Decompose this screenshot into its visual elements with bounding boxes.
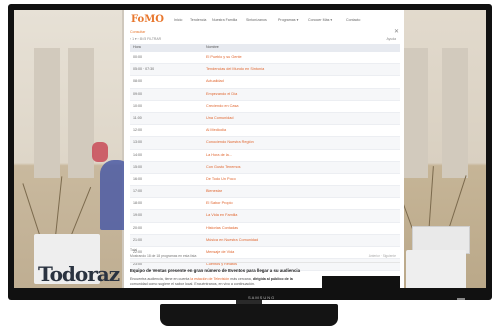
row-time: 16:00 — [133, 176, 142, 181]
tv-stand-base — [160, 304, 338, 326]
television: Todoraz FoMO Inicio Tendencia Nuestra Fa… — [8, 4, 492, 300]
row-program-link[interactable]: Tendencias del Mundo en Sintonía — [206, 67, 264, 71]
row-program-link[interactable]: Conociendo Nuestra Región — [206, 140, 254, 144]
nav-item-familia[interactable]: Nuestra Familia — [212, 18, 237, 22]
table-row[interactable]: 17:00 Bienestar — [130, 186, 400, 199]
table-row[interactable]: 14:00 La Hora de la... — [130, 150, 400, 162]
table-row[interactable]: 05:00 · 07:30 Tendencias del Mundo en Sin… — [130, 64, 400, 77]
row-time: 11:00 — [133, 115, 142, 120]
schedule-table: Hora Nombre 00:00 El Pueblo y su Gente 05:… — [130, 44, 400, 272]
pagination[interactable]: Anterior · Siguiente — [369, 254, 396, 258]
row-time: 14:00 — [133, 152, 142, 157]
table-row[interactable]: 09:00 Empezando el Día — [130, 88, 400, 101]
row-program-link[interactable]: Al Mediodía — [206, 128, 226, 132]
table-row[interactable]: 12:00 Al Mediodía — [130, 125, 400, 138]
nav-item-conocer[interactable]: Conocer Más ▾ — [308, 18, 332, 22]
table-row[interactable]: 19:00 La Vida en Familia — [130, 210, 400, 223]
table-row[interactable]: 20:00 Historias Contadas — [130, 223, 400, 235]
row-program-link[interactable]: Bienestar — [206, 189, 222, 193]
tv-screen: Todoraz FoMO Inicio Tendencia Nuestra Fa… — [14, 10, 486, 288]
video-thumbnail[interactable] — [322, 276, 400, 288]
nav-item-contacto[interactable]: Contacto — [346, 18, 360, 22]
wall-panel — [402, 48, 428, 178]
power-indicator — [457, 298, 465, 300]
row-program-link[interactable]: El Sabor Propio — [206, 201, 233, 205]
nav-item-inicio[interactable]: Inicio — [174, 18, 182, 22]
table-row[interactable]: 11:00 Una Comunidad — [130, 112, 400, 126]
row-time: 05:00 · 07:30 — [133, 67, 155, 72]
row-program-link[interactable]: Con Gusto Tenemos — [206, 165, 241, 169]
row-time: 21:00 — [133, 237, 142, 242]
wall-logo: Todoraz — [38, 262, 120, 286]
table-row[interactable]: 21:00 Música en Nuestra Comunidad — [130, 234, 400, 247]
table-row[interactable]: 18:00 El Sabor Propio — [130, 198, 400, 211]
decor-object — [92, 142, 108, 162]
nav-item-tendencia[interactable]: Tendencia — [190, 18, 206, 22]
row-time: 19:00 — [133, 213, 142, 218]
table-row[interactable]: 15:00 Con Gusto Tenemos — [130, 161, 400, 174]
row-time: 08:00 — [133, 79, 142, 84]
help-link[interactable]: Ayuda — [386, 37, 396, 41]
row-program-link[interactable]: La Vida en Familia — [206, 213, 237, 217]
row-program-link[interactable]: Historias Contadas — [206, 226, 238, 230]
table-row[interactable]: 13:00 Conociendo Nuestra Región — [130, 137, 400, 150]
nav-item-sintonizanos[interactable]: Sintonízanos — [246, 18, 267, 22]
row-time: 13:00 — [133, 140, 142, 145]
row-program-link[interactable]: Una Comunidad — [206, 116, 233, 120]
site-logo[interactable]: FoMO — [131, 14, 164, 25]
room-background-right — [390, 10, 486, 288]
para-text: Encuentra audiencia, tiene en cuenta — [130, 277, 190, 281]
nav-item-programas[interactable]: Programas ▾ — [278, 18, 298, 22]
close-icon[interactable]: ✕ — [394, 28, 399, 35]
table-body: 00:00 El Pueblo y su Gente 05:00 · 07:30 Te… — [130, 52, 400, 272]
table-toolbar[interactable]: ‹ 1 ▾ › ⊞ ⊟ FILTRAR — [130, 37, 161, 41]
table-row[interactable]: 08:00 Actualidad — [130, 76, 400, 89]
row-program-link[interactable]: El Pueblo y su Gente — [206, 55, 242, 59]
row-program-link[interactable]: Empezando el Día — [206, 92, 237, 96]
wall-panel — [34, 48, 60, 178]
para-link[interactable]: la estación de Televisión — [190, 277, 229, 281]
article-headline: Equipo de Ventas presente en gran número… — [130, 268, 301, 273]
row-time: 20:00 — [133, 225, 142, 230]
divider — [130, 262, 400, 263]
row-program-link[interactable]: Mensaje de Vida — [206, 250, 234, 254]
table-total: Total — [130, 248, 138, 252]
row-program-link[interactable]: La Hora de la... — [206, 153, 232, 157]
para-bold: dirigida al público de la — [252, 277, 293, 281]
table-row[interactable]: 10:00 Creciendo en Casa — [130, 101, 400, 113]
table-header: Hora Nombre — [130, 44, 400, 52]
article-paragraph: Encuentra audiencia, tiene en cuenta la … — [130, 277, 306, 287]
table-row[interactable]: 00:00 El Pueblo y su Gente — [130, 52, 400, 65]
row-time: 10:00 — [133, 103, 142, 108]
row-time: 12:00 — [133, 128, 142, 133]
row-time: 17:00 — [133, 189, 142, 194]
table-range-text: Mostrando 18 de 18 programas en esta lis… — [130, 254, 197, 258]
table-row[interactable]: 16:00 De Todo Un Poco — [130, 174, 400, 187]
row-time: 09:00 — [133, 91, 142, 96]
subnav-link[interactable]: Consultar — [130, 30, 145, 34]
para-text: más cercana, — [230, 277, 252, 281]
column-header-time[interactable]: Hora — [133, 45, 141, 49]
row-program-link[interactable]: Música en Nuestra Comunidad — [206, 238, 258, 242]
wall-panel — [68, 48, 94, 178]
top-navigation: FoMO Inicio Tendencia Nuestra Familia Si… — [124, 10, 404, 32]
web-page: FoMO Inicio Tendencia Nuestra Familia Si… — [124, 10, 404, 288]
plant-pot — [406, 250, 466, 288]
wall-panel — [442, 48, 468, 178]
row-program-link[interactable]: De Todo Un Poco — [206, 177, 236, 181]
row-program-link[interactable]: Creciendo en Casa — [206, 104, 239, 108]
row-time: 18:00 — [133, 201, 142, 206]
room-background-left: Todoraz — [14, 10, 132, 288]
para-text: comunidad como sugiere el sabor local. E… — [130, 282, 256, 286]
row-time: 00:00 — [133, 55, 142, 59]
row-program-link[interactable]: Actualidad — [206, 79, 224, 83]
column-header-name[interactable]: Nombre — [206, 45, 219, 49]
row-time: 15:00 — [133, 164, 142, 169]
